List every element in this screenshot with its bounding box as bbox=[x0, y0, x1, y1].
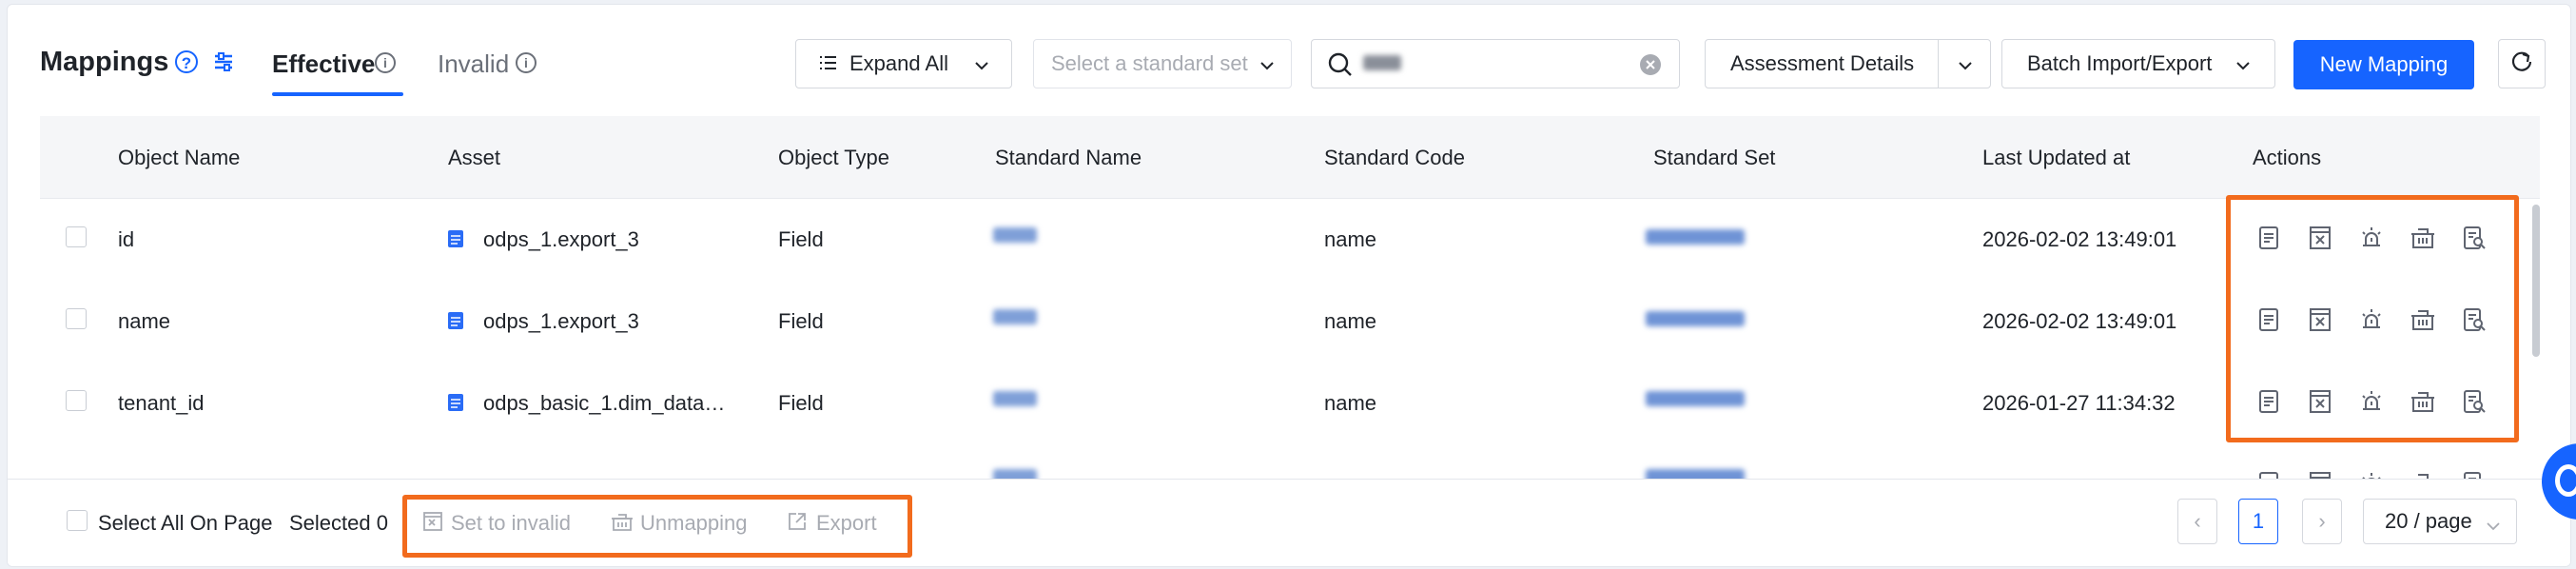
redacted-standard-name bbox=[993, 227, 1037, 243]
tab-invalid[interactable]: Invalid bbox=[438, 49, 509, 79]
unmapping-button[interactable]: Unmapping bbox=[640, 511, 748, 536]
search-input[interactable] bbox=[1311, 39, 1680, 88]
asset-link[interactable]: odps_basic_1.dim_data… bbox=[483, 391, 725, 416]
select-all-label: Select All On Page bbox=[98, 511, 273, 535]
mappings-panel: Mappings ? Effective i Invalid i Expand … bbox=[7, 4, 2571, 567]
table-icon bbox=[447, 311, 464, 335]
asset-link[interactable]: odps_1.export_3 bbox=[483, 309, 639, 334]
info-icon: i bbox=[516, 52, 537, 73]
object-type-cell: Field bbox=[778, 391, 824, 415]
table-header bbox=[40, 116, 2540, 199]
tab-invalid-label: Invalid bbox=[438, 49, 510, 78]
new-mapping-label: New Mapping bbox=[2319, 52, 2449, 76]
object-name-cell: id bbox=[118, 227, 135, 251]
active-tab-indicator bbox=[272, 92, 403, 96]
column-actions: Actions bbox=[2253, 146, 2322, 169]
clear-icon[interactable] bbox=[1639, 53, 1662, 82]
assessment-details-label: Assessment Details bbox=[1730, 51, 1915, 75]
assistant-icon bbox=[2555, 464, 2576, 497]
set-invalid-button[interactable]: Set to invalid bbox=[451, 511, 571, 536]
export-icon bbox=[787, 511, 808, 537]
object-name-cell: tenant_id bbox=[118, 391, 205, 415]
object-name-cell: name bbox=[118, 309, 171, 333]
last-updated-cell: 2026-02-02 13:49:01 bbox=[1982, 309, 2177, 333]
page-title: Mappings bbox=[40, 47, 169, 77]
table-icon bbox=[447, 229, 464, 253]
column-object-type: Object Type bbox=[778, 146, 889, 169]
redacted-standard-name bbox=[993, 309, 1037, 324]
object-type-cell: Field bbox=[778, 227, 824, 251]
next-page-button[interactable]: › bbox=[2302, 499, 2342, 544]
new-mapping-button[interactable]: New Mapping bbox=[2293, 40, 2474, 89]
assessment-dropdown-button[interactable] bbox=[1938, 39, 1991, 88]
selected-count: Selected 0 bbox=[289, 511, 388, 535]
unmapping-icon bbox=[611, 511, 634, 537]
column-standard-code: Standard Code bbox=[1324, 146, 1465, 169]
object-type-cell: Field bbox=[778, 309, 824, 333]
refresh-button[interactable] bbox=[2498, 39, 2546, 88]
column-standard-set: Standard Set bbox=[1653, 146, 1776, 169]
invalid-icon bbox=[422, 511, 443, 537]
redacted-standard-set bbox=[1646, 229, 1745, 245]
column-standard-name: Standard Name bbox=[995, 146, 1142, 169]
actions-highlight bbox=[2226, 195, 2519, 442]
row-checkbox[interactable] bbox=[66, 390, 87, 411]
chevron-right-icon: › bbox=[2318, 509, 2326, 533]
table-scrollbar[interactable] bbox=[2532, 205, 2540, 357]
table-icon bbox=[447, 393, 464, 417]
tab-effective-label: Effective bbox=[272, 49, 376, 78]
row-checkbox[interactable] bbox=[66, 226, 87, 247]
tab-effective[interactable]: Effective bbox=[272, 49, 375, 79]
standard-set-placeholder: Select a standard set bbox=[1051, 51, 1248, 75]
standard-set-select[interactable]: Select a standard set bbox=[1033, 39, 1292, 88]
asset-link[interactable]: odps_1.export_3 bbox=[483, 227, 639, 252]
expand-all-label: Expand All bbox=[849, 51, 948, 75]
export-button[interactable]: Export bbox=[816, 511, 877, 536]
batch-import-export-button[interactable]: Batch Import/Export bbox=[2001, 39, 2275, 88]
chevron-down-icon bbox=[2486, 515, 2501, 540]
batch-import-export-label: Batch Import/Export bbox=[2027, 51, 2213, 75]
redacted-standard-set bbox=[1646, 311, 1745, 326]
filter-settings-icon[interactable] bbox=[211, 49, 236, 74]
column-object-name: Object Name bbox=[118, 146, 241, 169]
chevron-down-icon bbox=[2234, 55, 2252, 80]
standard-code-cell: name bbox=[1324, 309, 1377, 333]
list-icon bbox=[817, 53, 838, 80]
column-asset: Asset bbox=[448, 146, 501, 169]
info-icon: i bbox=[375, 52, 396, 73]
page-number: 1 bbox=[2252, 509, 2265, 533]
standard-code-cell: name bbox=[1324, 227, 1377, 251]
last-updated-cell: 2026-01-27 11:34:32 bbox=[1982, 391, 2176, 415]
redacted-search-text bbox=[1363, 55, 1401, 70]
prev-page-button[interactable]: ‹ bbox=[2177, 499, 2217, 544]
page-size-label: 20 / page bbox=[2385, 509, 2472, 533]
column-last-updated: Last Updated at bbox=[1982, 146, 2131, 169]
row-checkbox[interactable] bbox=[66, 308, 87, 329]
chevron-down-icon bbox=[1957, 55, 1974, 80]
chevron-down-icon bbox=[1259, 55, 1276, 80]
chevron-down-icon bbox=[973, 55, 990, 80]
last-updated-cell: 2026-02-02 13:49:01 bbox=[1982, 227, 2177, 251]
search-icon bbox=[1327, 51, 1354, 84]
expand-all-button[interactable]: Expand All bbox=[795, 39, 1012, 88]
redacted-standard-name bbox=[993, 391, 1037, 406]
page-1-button[interactable]: 1 bbox=[2238, 499, 2278, 544]
assessment-details-button[interactable]: Assessment Details bbox=[1705, 39, 1939, 88]
help-icon[interactable]: ? bbox=[175, 50, 198, 73]
select-all-checkbox[interactable] bbox=[67, 510, 88, 531]
refresh-icon bbox=[2509, 49, 2534, 79]
chevron-left-icon: ‹ bbox=[2194, 509, 2201, 533]
standard-code-cell: name bbox=[1324, 391, 1377, 415]
page-size-select[interactable]: 20 / page bbox=[2363, 499, 2517, 544]
redacted-standard-set bbox=[1646, 391, 1745, 406]
